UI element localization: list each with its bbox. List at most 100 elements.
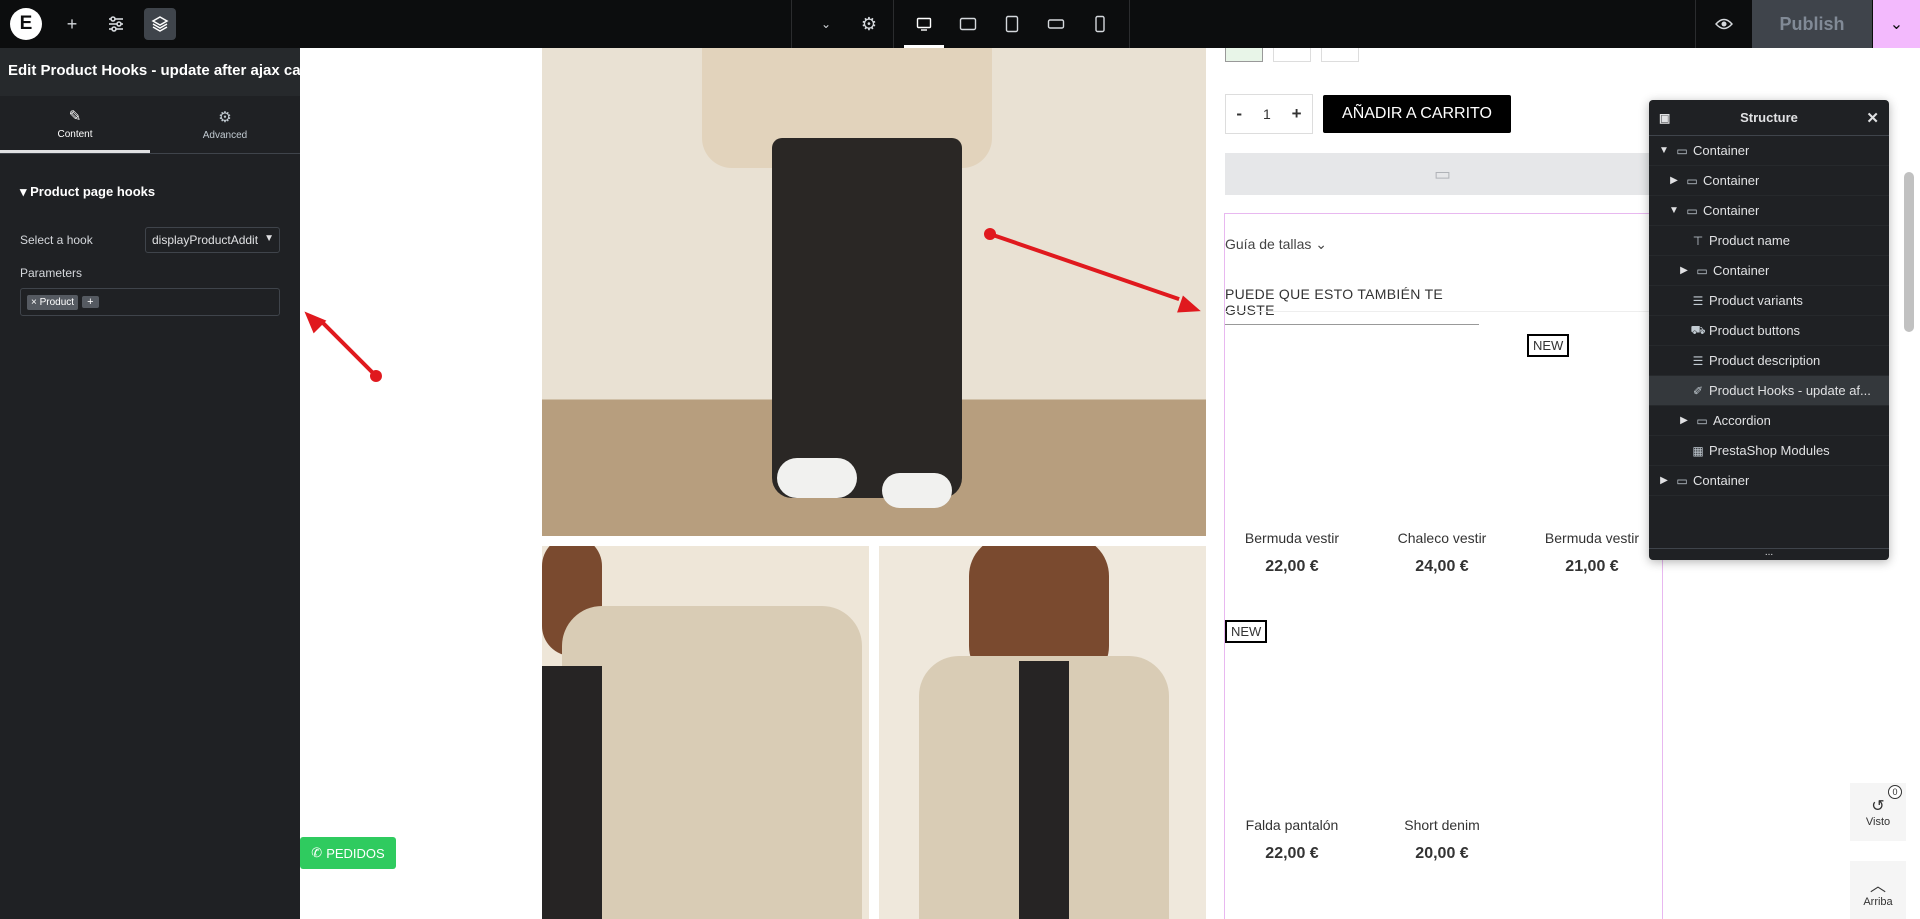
- product-image-main[interactable]: [542, 48, 1206, 536]
- structure-item-label: PrestaShop Modules: [1709, 443, 1830, 458]
- tab-advanced[interactable]: ⚙ Advanced: [150, 96, 300, 153]
- related-product-card[interactable]: Bermuda vestir 21,00 €: [1527, 530, 1657, 576]
- whatsapp-orders-button[interactable]: ✆ PEDIDOS: [300, 837, 396, 869]
- divider: [1129, 0, 1130, 48]
- device-tablet-landscape-button[interactable]: [952, 8, 984, 40]
- device-mobile-landscape-button[interactable]: [1040, 8, 1072, 40]
- close-icon[interactable]: ✕: [1866, 109, 1879, 127]
- structure-title: Structure: [1740, 110, 1798, 125]
- desktop-icon: [916, 17, 932, 31]
- hook-select-value: displayProductAddit: [152, 233, 259, 247]
- product-image-detail-1[interactable]: [542, 546, 869, 919]
- size-guide-toggle[interactable]: Guía de tallas ⌄: [1225, 236, 1327, 253]
- shoe-shape: [777, 458, 857, 498]
- related-product-card[interactable]: Short denim 20,00 €: [1377, 817, 1507, 863]
- elementor-logo-button[interactable]: E: [10, 8, 42, 40]
- product-price: 22,00 €: [1265, 845, 1319, 862]
- structure-item-label: Container: [1693, 473, 1750, 488]
- qty-value[interactable]: 1: [1263, 106, 1271, 122]
- chevron-down-icon: ⌄: [820, 17, 832, 31]
- related-product-card[interactable]: Bermuda vestir 22,00 €: [1227, 530, 1357, 576]
- structure-item-label: Product Hooks - update af...: [1709, 383, 1871, 398]
- caret-right-icon[interactable]: ▶: [1657, 475, 1671, 486]
- page-dropdown-button[interactable]: ⌄: [810, 8, 842, 40]
- back-to-top-button[interactable]: ︿ Arriba: [1850, 861, 1906, 919]
- structure-item[interactable]: ⊤ Product name: [1649, 226, 1889, 256]
- structure-item[interactable]: ▼ ▭ Container: [1649, 136, 1889, 166]
- qty-minus-button[interactable]: -: [1236, 104, 1242, 124]
- structure-header[interactable]: ▣ Structure ✕: [1649, 100, 1889, 136]
- device-mobile-button[interactable]: [1084, 8, 1116, 40]
- site-settings-button[interactable]: [100, 8, 132, 40]
- parameter-tag-product[interactable]: × Product: [27, 294, 79, 310]
- structure-item-selected[interactable]: ✐ Product Hooks - update af...: [1649, 376, 1889, 406]
- hook-icon: ✐: [1692, 383, 1704, 398]
- quantity-stepper[interactable]: - 1 +: [1225, 94, 1313, 134]
- arriba-label: Arriba: [1863, 896, 1893, 908]
- sliders-icon: [109, 16, 123, 32]
- structure-item[interactable]: ▶ ▭ Container: [1649, 466, 1889, 496]
- page-settings-button[interactable]: ⚙: [853, 8, 885, 40]
- section-toggle-product-page-hooks[interactable]: ▾ Product page hooks: [0, 154, 300, 218]
- resize-handle[interactable]: ...: [1649, 548, 1889, 560]
- product-price: 21,00 €: [1565, 558, 1619, 575]
- pants-shape: [772, 138, 962, 498]
- preview-button[interactable]: [1708, 8, 1740, 40]
- structure-item[interactable]: ▶ ▭ Container: [1649, 166, 1889, 196]
- product-image-detail-2[interactable]: [879, 546, 1206, 919]
- size-swatch[interactable]: [1321, 48, 1359, 62]
- structure-item-label: Product description: [1709, 353, 1821, 368]
- layers-icon: [151, 16, 169, 32]
- size-guide-label: Guía de tallas: [1225, 236, 1312, 252]
- hook-select-label: Select a hook: [20, 233, 93, 247]
- shirt-shape: [542, 666, 602, 919]
- structure-item[interactable]: ⛟ Product buttons: [1649, 316, 1889, 346]
- tab-content[interactable]: ✎ Content: [0, 96, 150, 153]
- widget-edit-panel: Edit Product Hooks - update after ajax c…: [0, 48, 300, 919]
- product-name: Short denim: [1404, 817, 1480, 833]
- parameters-input[interactable]: × Product +: [20, 288, 280, 316]
- divider: [1225, 311, 1663, 312]
- hook-select[interactable]: displayProductAddit ▼: [145, 227, 280, 253]
- heading-icon: ⊤: [1692, 233, 1704, 248]
- qty-plus-button[interactable]: +: [1292, 104, 1302, 124]
- caret-down-icon[interactable]: ▼: [1667, 205, 1681, 216]
- scrollbar[interactable]: [1904, 172, 1914, 332]
- caret-right-icon[interactable]: ▶: [1667, 175, 1681, 186]
- divider: [893, 0, 894, 48]
- add-element-button[interactable]: +: [56, 8, 88, 40]
- structure-item[interactable]: ☰ Product variants: [1649, 286, 1889, 316]
- caret-right-icon[interactable]: ▶: [1677, 415, 1691, 426]
- new-badge: NEW: [1225, 620, 1268, 643]
- device-desktop-button[interactable]: [908, 8, 940, 40]
- accordion-icon: ▭: [1696, 413, 1708, 428]
- caret-down-icon[interactable]: ▼: [1657, 145, 1671, 156]
- comment-icon: ▭: [1433, 163, 1451, 184]
- structure-item[interactable]: ☰ Product description: [1649, 346, 1889, 376]
- structure-item[interactable]: ▶ ▭ Container: [1649, 256, 1889, 286]
- related-product-card[interactable]: Chaleco vestir 24,00 €: [1377, 530, 1507, 576]
- device-tablet-button[interactable]: [996, 8, 1028, 40]
- structure-navigator: ▣ Structure ✕ ▼ ▭ Container ▶ ▭ Container ▼ ▭…: [1649, 100, 1889, 560]
- size-swatch[interactable]: [1225, 48, 1263, 62]
- related-products-title[interactable]: PUEDE QUE ESTO TAMBIÉN TE GUSTE: [1225, 286, 1479, 325]
- related-product-card[interactable]: Falda pantalón 22,00 €: [1227, 817, 1357, 863]
- recently-viewed-button[interactable]: ↺ Visto 0: [1850, 783, 1906, 841]
- structure-item-label: Container: [1703, 173, 1760, 188]
- add-parameter-button[interactable]: +: [82, 296, 99, 308]
- add-to-cart-button[interactable]: AÑADIR A CARRITO: [1323, 95, 1511, 133]
- structure-item-label: Container: [1693, 143, 1750, 158]
- product-hook-placeholder-button[interactable]: ▭: [1225, 153, 1660, 195]
- structure-item[interactable]: ▶ ▭ Accordion: [1649, 406, 1889, 436]
- collapse-all-icon[interactable]: ▣: [1659, 111, 1670, 125]
- gear-icon: ⚙: [218, 109, 232, 126]
- structure-item[interactable]: ▼ ▭ Container: [1649, 196, 1889, 226]
- publish-button[interactable]: Publish: [1752, 0, 1872, 48]
- structure-toggle-button[interactable]: [144, 8, 176, 40]
- publish-options-button[interactable]: ⌄: [1873, 0, 1920, 48]
- size-swatch[interactable]: [1273, 48, 1311, 62]
- structure-item[interactable]: ▦ PrestaShop Modules: [1649, 436, 1889, 466]
- pencil-icon: ✎: [68, 107, 82, 125]
- variants-icon: ☰: [1692, 293, 1704, 308]
- caret-right-icon[interactable]: ▶: [1677, 265, 1691, 276]
